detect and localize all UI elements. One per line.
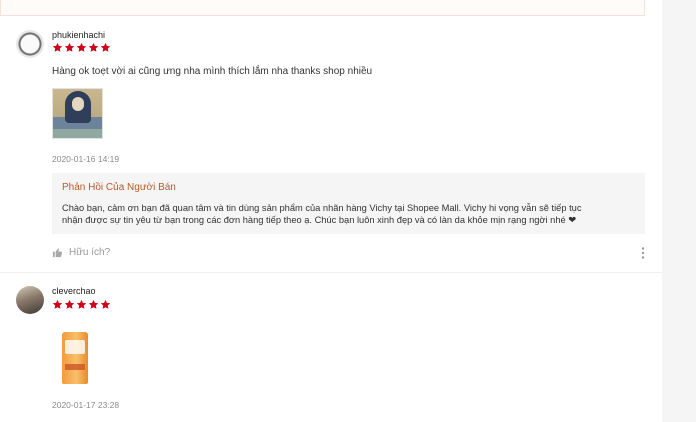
review-date: 2020-01-17 23:28	[52, 400, 120, 410]
avatar[interactable]	[16, 286, 44, 314]
star-icon	[100, 299, 111, 309]
review-photo[interactable]	[52, 330, 98, 386]
star-rating	[52, 299, 111, 311]
star-icon	[88, 299, 99, 309]
star-icon	[64, 299, 75, 309]
star-icon	[52, 299, 63, 309]
review-username[interactable]: cleverchao	[52, 286, 96, 296]
review-item: cleverchao 2020-01-17 23:28	[0, 0, 662, 422]
right-sidebar-gutter	[662, 0, 696, 422]
star-icon	[76, 299, 87, 309]
reviews-panel: phukienhachi Hàng ok toẹt vời ai cũng ưn…	[0, 0, 662, 422]
